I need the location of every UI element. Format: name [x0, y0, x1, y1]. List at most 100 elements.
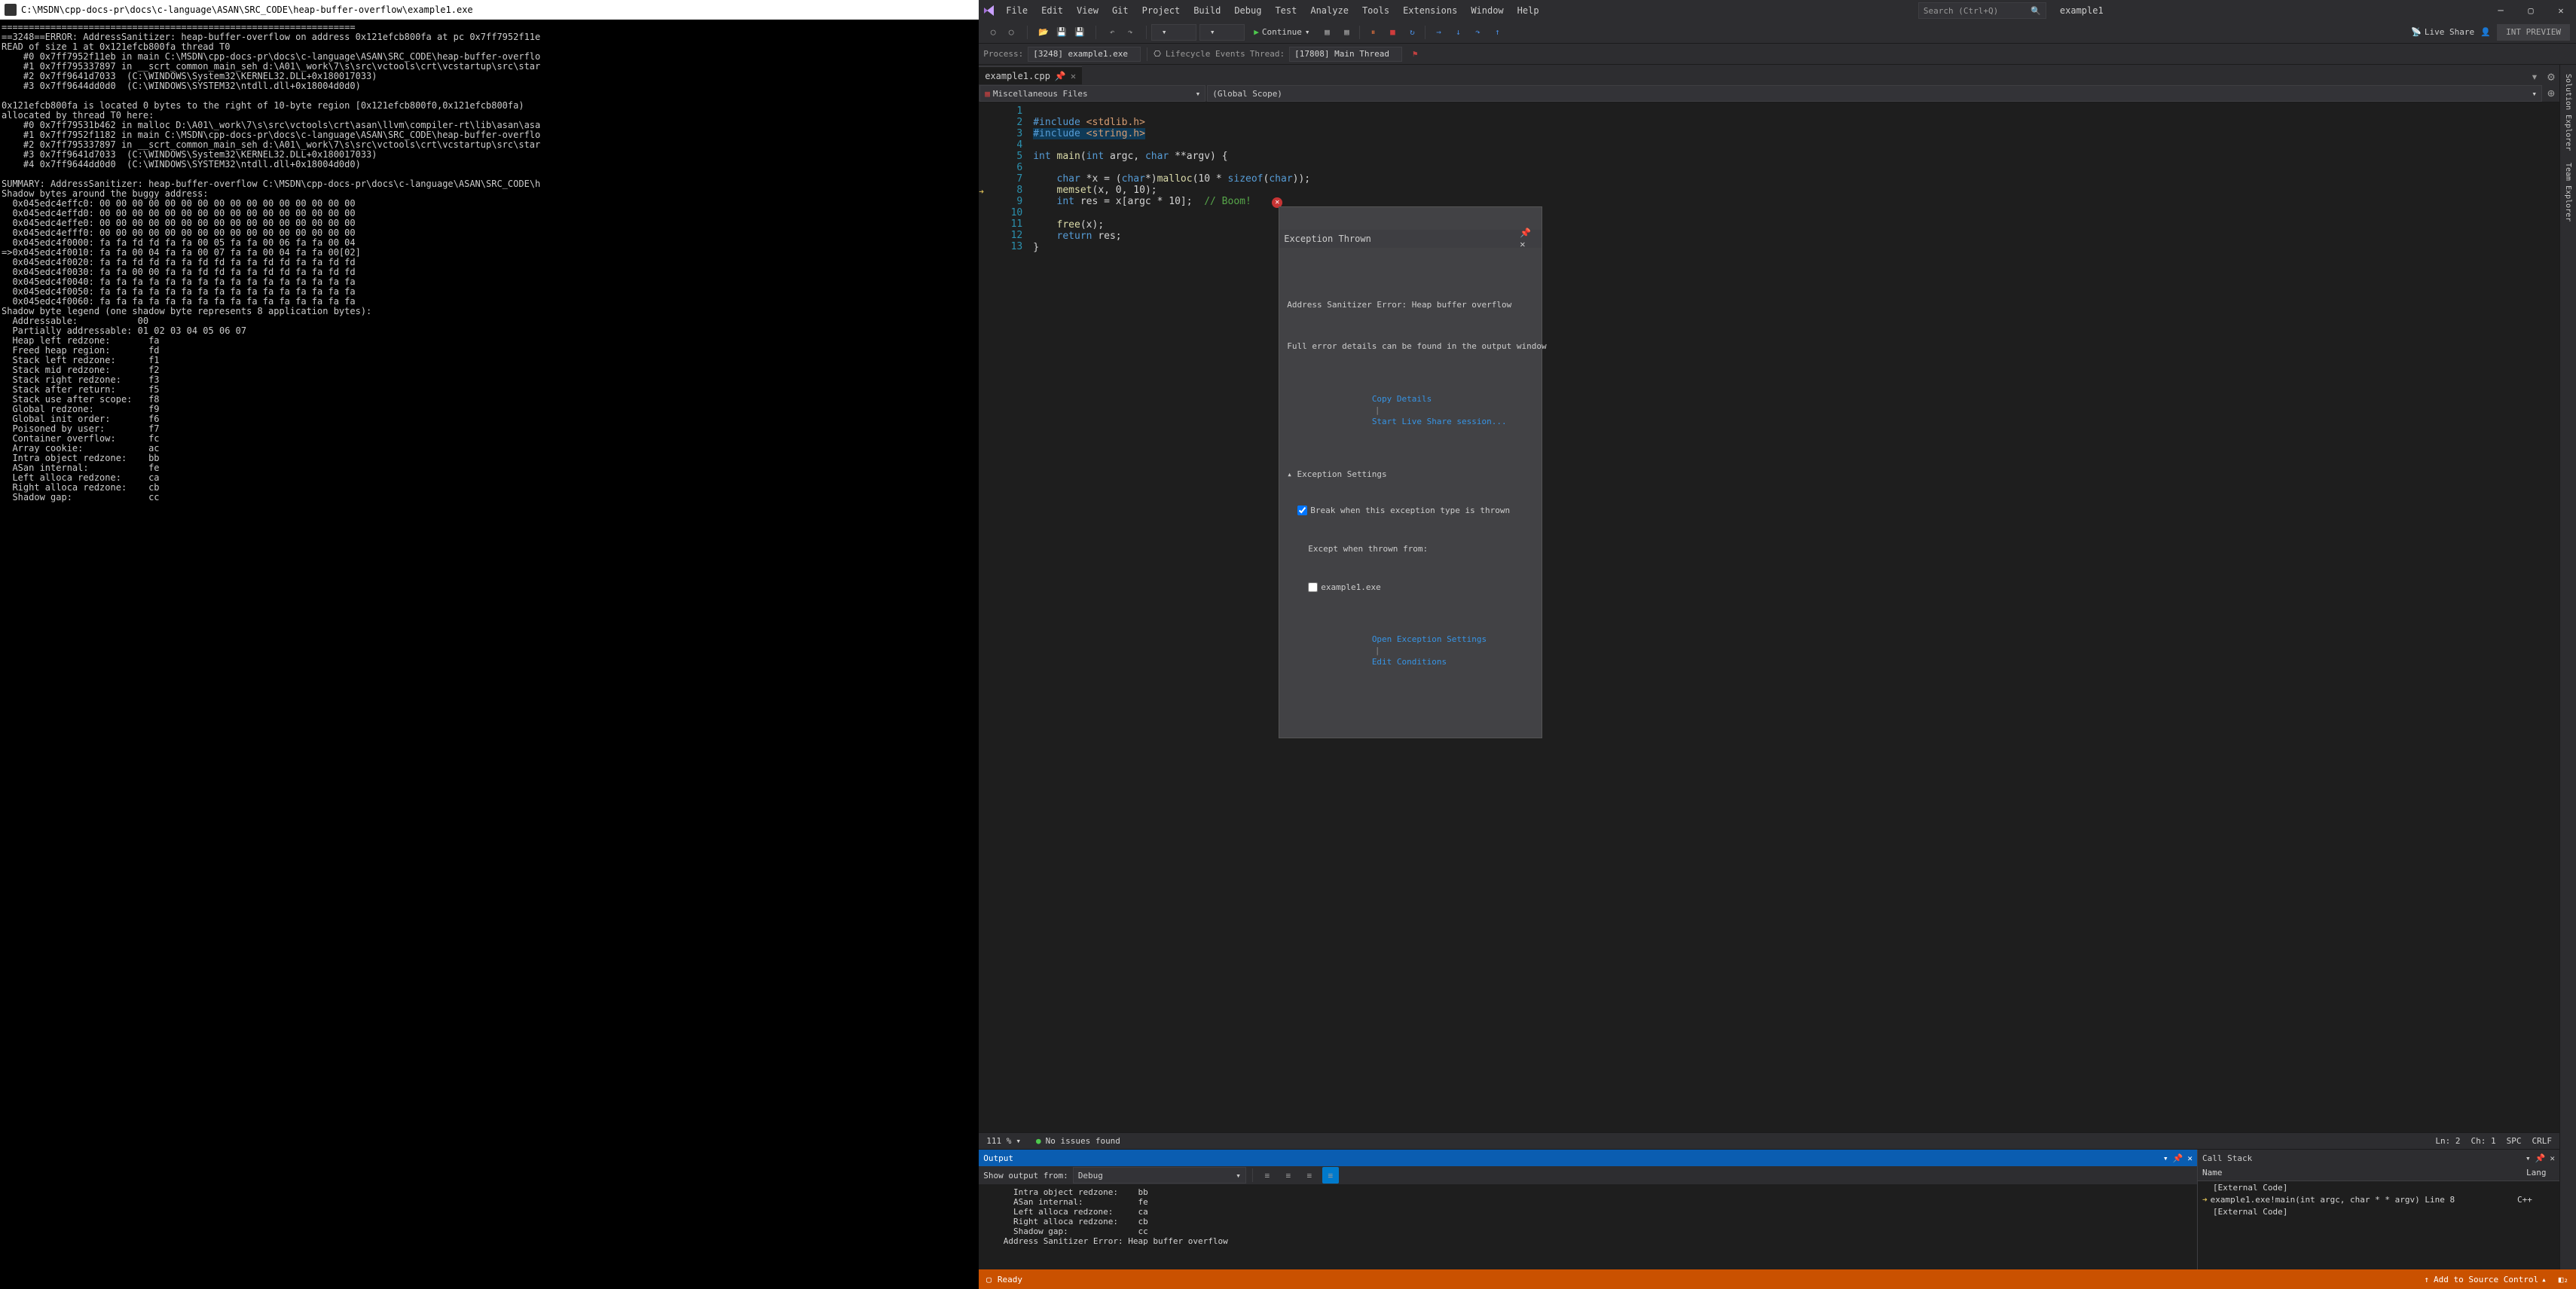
close-popup-icon[interactable]: ✕ — [1520, 239, 1525, 249]
console-titlebar[interactable]: C:\MSDN\cpp-docs-pr\docs\c-language\ASAN… — [0, 0, 979, 20]
tab-options-icon[interactable]: ⚙ — [2543, 68, 2559, 84]
process-dropdown[interactable]: [3248] example1.exe — [1028, 47, 1141, 62]
menu-project[interactable]: Project — [1136, 2, 1187, 19]
lang-column[interactable]: Lang — [2522, 1166, 2559, 1181]
stop-button[interactable]: ■ — [1384, 24, 1401, 41]
zoom-level[interactable]: 111 % — [986, 1136, 1011, 1146]
minimize-button[interactable]: ─ — [2486, 0, 2516, 21]
break-all-button[interactable]: ⏸ — [1364, 24, 1381, 41]
flag-button[interactable]: ⚑ — [1407, 46, 1423, 63]
start-liveshare-link[interactable]: Start Live Share session... — [1372, 417, 1507, 426]
open-exception-settings-link[interactable]: Open Exception Settings — [1372, 634, 1487, 644]
lifecycle-label[interactable]: Lifecycle Events — [1166, 49, 1245, 59]
step-out-button[interactable]: ↑ — [1489, 24, 1505, 41]
exception-settings-toggle[interactable]: ▴ Exception Settings — [1287, 469, 1534, 480]
output-tool-2[interactable]: ≡ — [1280, 1167, 1297, 1184]
continue-button[interactable]: ▶ Continue ▾ — [1248, 24, 1316, 41]
close-tab-icon[interactable]: ✕ — [1071, 71, 1076, 81]
name-column[interactable]: Name — [2198, 1166, 2522, 1181]
pin-icon[interactable]: 📌 — [1055, 71, 1066, 81]
tool-button-1[interactable]: ▦ — [1319, 24, 1335, 41]
preview-button[interactable]: INT PREVIEW — [2497, 24, 2570, 41]
tool-button-2[interactable]: ▦ — [1338, 24, 1355, 41]
break-checkbox[interactable] — [1297, 506, 1307, 515]
menu-extensions[interactable]: Extensions — [1397, 2, 1463, 19]
tab-dropdown-icon[interactable]: ▾ — [2526, 68, 2543, 84]
scope-dropdown-2[interactable]: (Global Scope)▾ — [1207, 85, 2542, 102]
panel-pin-icon[interactable]: 📌 — [2173, 1153, 2183, 1163]
output-tool-1[interactable]: ≡ — [1259, 1167, 1276, 1184]
output-content[interactable]: Intra object redzone: bb ASan internal: … — [979, 1184, 2197, 1269]
code-editor[interactable]: ➜ 12345678910111213 #include <stdlib.h> … — [979, 102, 2559, 1132]
editor-margin[interactable]: ➜ — [979, 102, 992, 1132]
output-tool-4[interactable]: ≡ — [1322, 1167, 1339, 1184]
team-explorer-tab[interactable]: Team Explorer — [2562, 158, 2574, 226]
output-tool-3[interactable]: ≡ — [1301, 1167, 1318, 1184]
close-button[interactable]: ✕ — [2546, 0, 2576, 21]
scope-dropdown-1[interactable]: ▦ Miscellaneous Files ▾ — [979, 85, 1205, 102]
panel-close-icon[interactable]: ✕ — [2187, 1153, 2193, 1163]
forward-button[interactable]: ◯ — [1003, 24, 1019, 41]
menu-view[interactable]: View — [1071, 2, 1105, 19]
step-over-button[interactable]: ↷ — [1469, 24, 1486, 41]
maximize-button[interactable]: ▢ — [2516, 0, 2546, 21]
menu-file[interactable]: File — [1000, 2, 1034, 19]
menu-window[interactable]: Window — [1465, 2, 1509, 19]
callstack-row[interactable]: [External Code] — [2198, 1205, 2559, 1217]
file-tab[interactable]: example1.cpp 📌 ✕ — [979, 66, 1082, 84]
platform-dropdown[interactable]: ▾ — [1199, 24, 1245, 41]
menu-edit[interactable]: Edit — [1035, 2, 1069, 19]
callstack-header[interactable]: Call Stack ▾ 📌 ✕ — [2198, 1150, 2559, 1166]
callstack-row[interactable]: ➜example1.exe!main(int argc, char * * ar… — [2198, 1193, 2559, 1205]
pin-popup-icon[interactable]: 📌 — [1520, 228, 1531, 238]
save-all-button[interactable]: 💾 — [1071, 24, 1088, 41]
break-checkbox-row[interactable]: Break when this exception type is thrown — [1297, 505, 1534, 516]
menu-git[interactable]: Git — [1106, 2, 1135, 19]
exe-checkbox-row[interactable]: example1.exe — [1308, 582, 1534, 593]
console-output[interactable]: ========================================… — [0, 20, 979, 1289]
back-button[interactable]: ◯ — [985, 24, 1001, 41]
menu-build[interactable]: Build — [1187, 2, 1227, 19]
restart-button[interactable]: ↻ — [1404, 24, 1420, 41]
callstack-columns[interactable]: Name Lang — [2198, 1166, 2559, 1181]
issues-label[interactable]: No issues found — [1046, 1136, 1120, 1146]
output-header[interactable]: Output ▾ 📌 ✕ — [979, 1150, 2197, 1166]
menu-help[interactable]: Help — [1511, 2, 1545, 19]
callstack-row[interactable]: [External Code] — [2198, 1181, 2559, 1193]
panel-dropdown-icon[interactable]: ▾ — [2163, 1153, 2168, 1163]
live-share-button[interactable]: 📡 Live Share — [2411, 27, 2474, 37]
thread-dropdown[interactable]: [17808] Main Thread — [1289, 47, 1402, 62]
menu-debug[interactable]: Debug — [1228, 2, 1267, 19]
panel-close-icon[interactable]: ✕ — [2550, 1153, 2555, 1163]
show-next-statement-button[interactable]: → — [1430, 24, 1447, 41]
menu-analyze[interactable]: Analyze — [1304, 2, 1355, 19]
copy-details-link[interactable]: Copy Details — [1372, 394, 1432, 404]
open-file-button[interactable]: 📂 — [1035, 24, 1052, 41]
col-indicator[interactable]: Ch: 1 — [2471, 1136, 2496, 1146]
indent-indicator[interactable]: SPC — [2507, 1136, 2522, 1146]
redo-button[interactable]: ↷ — [1122, 24, 1138, 41]
config-dropdown[interactable]: ▾ — [1151, 24, 1196, 41]
vs-titlebar[interactable]: FileEditViewGitProjectBuildDebugTestAnal… — [979, 0, 2576, 21]
feedback-button[interactable]: 👤 — [2477, 24, 2494, 41]
edit-conditions-link[interactable]: Edit Conditions — [1372, 657, 1447, 667]
undo-button[interactable]: ↶ — [1104, 24, 1120, 41]
eol-indicator[interactable]: CRLF — [2532, 1136, 2553, 1146]
panel-pin-icon[interactable]: 📌 — [2535, 1153, 2546, 1163]
notifications-icon[interactable]: ◧₂ — [2559, 1275, 2568, 1284]
add-source-control[interactable]: Add to Source Control — [2434, 1275, 2538, 1284]
step-into-button[interactable]: ↓ — [1450, 24, 1466, 41]
output-source-dropdown[interactable]: Debug▾ — [1073, 1167, 1246, 1184]
solution-explorer-tab[interactable]: Solution Explorer — [2562, 69, 2574, 155]
code-content[interactable]: #include <stdlib.h> #include <string.h> … — [1030, 102, 2559, 1132]
menu-test[interactable]: Test — [1269, 2, 1303, 19]
exception-header[interactable]: Exception Thrown 📌 ✕ — [1279, 230, 1542, 248]
line-indicator[interactable]: Ln: 2 — [2435, 1136, 2460, 1146]
callstack-rows[interactable]: [External Code]➜example1.exe!main(int ar… — [2198, 1181, 2559, 1269]
exe-checkbox[interactable] — [1308, 582, 1318, 592]
panel-dropdown-icon[interactable]: ▾ — [2526, 1153, 2531, 1163]
menu-tools[interactable]: Tools — [1356, 2, 1395, 19]
save-button[interactable]: 💾 — [1053, 24, 1070, 41]
search-box[interactable]: Search (Ctrl+Q) 🔍 — [1918, 2, 2046, 19]
split-editor-icon[interactable]: ⊕ — [2543, 84, 2559, 101]
